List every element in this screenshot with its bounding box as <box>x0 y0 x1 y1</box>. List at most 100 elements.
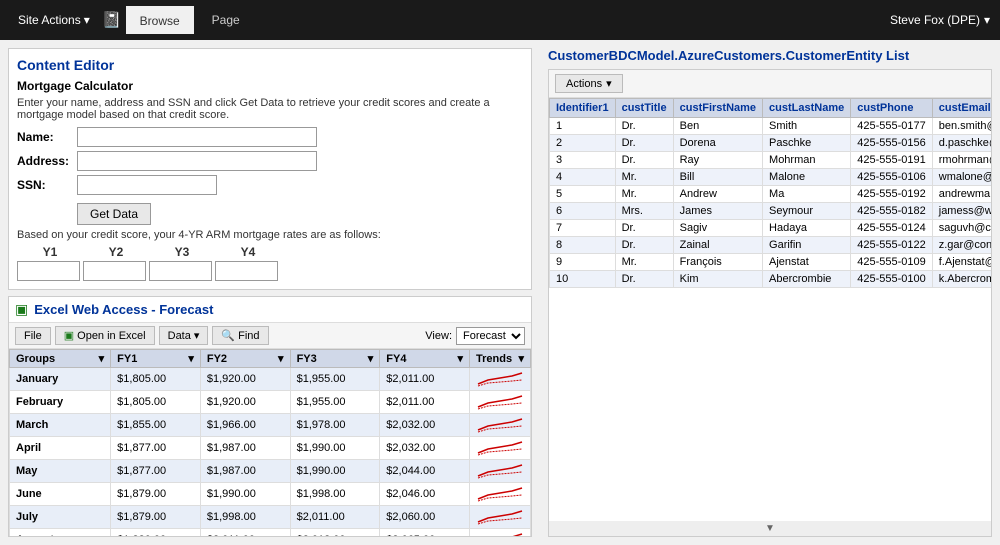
group-cell: May <box>10 460 111 483</box>
list-item[interactable]: 2 Dr. Dorena Paschke 425-555-0156 d.pasc… <box>550 135 992 152</box>
col-fy4[interactable]: FY4▾ <box>380 350 470 368</box>
phone-cell: 425-555-0122 <box>851 237 933 254</box>
email-cell: rmohrman@... <box>932 152 991 169</box>
trend-chart <box>476 416 524 434</box>
find-label: Find <box>238 330 259 342</box>
list-item[interactable]: 9 Mr. François Ajenstat 425-555-0109 f.A… <box>550 254 992 271</box>
fy2-filter-arrow[interactable]: ▾ <box>278 352 284 365</box>
view-select[interactable]: Forecast <box>456 327 525 345</box>
address-input[interactable] <box>77 151 317 171</box>
table-row: May $1,877.00 $1,987.00 $1,990.00 $2,044… <box>10 460 531 483</box>
trend-cell <box>470 414 531 437</box>
left-panel: Content Editor Mortgage Calculator Enter… <box>0 40 540 545</box>
col-phone[interactable]: custPhone <box>851 99 933 118</box>
id-cell: 6 <box>550 203 616 220</box>
fy3-cell: $2,018.00 <box>290 529 380 537</box>
y3-input[interactable] <box>149 261 212 281</box>
fy1-cell: $1,877.00 <box>111 460 201 483</box>
trend-cell <box>470 391 531 414</box>
col-lastname[interactable]: custLastName <box>763 99 851 118</box>
site-actions-label: Site Actions <box>18 13 81 27</box>
fy4-cell: $2,032.00 <box>380 437 470 460</box>
col-firstname[interactable]: custFirstName <box>673 99 762 118</box>
table-row: March $1,855.00 $1,966.00 $1,978.00 $2,0… <box>10 414 531 437</box>
list-item[interactable]: 8 Dr. Zainal Garifin 425-555-0122 z.gar@… <box>550 237 992 254</box>
id-cell: 4 <box>550 169 616 186</box>
y1-input[interactable] <box>17 261 80 281</box>
site-actions-button[interactable]: Site Actions ▾ <box>10 9 98 31</box>
data-arrow: ▾ <box>194 329 200 342</box>
find-button[interactable]: 🔍 Find <box>212 326 268 345</box>
fy1-cell: $1,879.00 <box>111 506 201 529</box>
fy4-filter-arrow[interactable]: ▾ <box>457 352 463 365</box>
col-custtitle[interactable]: custTitle <box>615 99 673 118</box>
file-button[interactable]: File <box>15 327 51 345</box>
ssn-input[interactable] <box>77 175 217 195</box>
col-fy3[interactable]: FY3▾ <box>290 350 380 368</box>
user-info[interactable]: Steve Fox (DPE) ▾ <box>890 13 990 27</box>
list-item[interactable]: 10 Dr. Kim Abercrombie 425-555-0100 k.Ab… <box>550 271 992 288</box>
open-in-excel-button[interactable]: ▣ Open in Excel <box>55 326 155 345</box>
list-item[interactable]: 4 Mr. Bill Malone 425-555-0106 wmalone@f… <box>550 169 992 186</box>
list-item[interactable]: 7 Dr. Sagiv Hadaya 425-555-0124 saguvh@c… <box>550 220 992 237</box>
top-navigation: Site Actions ▾ 📓 Browse Page Steve Fox (… <box>0 0 1000 40</box>
first-cell: Kim <box>673 271 762 288</box>
trend-cell <box>470 460 531 483</box>
col-email[interactable]: custEmail <box>932 99 991 118</box>
list-item[interactable]: 5 Mr. Andrew Ma 425-555-0192 andrewma@..… <box>550 186 992 203</box>
fy3-cell: $1,978.00 <box>290 414 380 437</box>
col-trends[interactable]: Trends▾ <box>470 350 531 368</box>
last-cell: Paschke <box>763 135 851 152</box>
excel-icon: ▣ <box>15 301 28 318</box>
groups-filter-arrow[interactable]: ▾ <box>99 352 105 365</box>
fy1-filter-arrow[interactable]: ▾ <box>188 352 194 365</box>
col-groups[interactable]: Groups ▾ <box>10 350 111 368</box>
first-cell: Dorena <box>673 135 762 152</box>
last-cell: Hadaya <box>763 220 851 237</box>
phone-cell: 425-555-0156 <box>851 135 933 152</box>
user-label: Steve Fox (DPE) <box>890 13 980 27</box>
fy2-cell: $1,987.00 <box>200 460 290 483</box>
y2-input[interactable] <box>83 261 146 281</box>
fy2-cell: $1,920.00 <box>200 368 290 391</box>
email-cell: ben.smith@... <box>932 118 991 135</box>
list-scroll-area[interactable]: Identifier1 custTitle custFirstName cust… <box>549 98 991 521</box>
fy2-cell: $1,920.00 <box>200 391 290 414</box>
y4-input[interactable] <box>215 261 278 281</box>
phone-cell: 425-555-0191 <box>851 152 933 169</box>
view-label: View: <box>425 330 452 342</box>
col-identifier[interactable]: Identifier1 <box>550 99 616 118</box>
fy4-cell: $2,046.00 <box>380 483 470 506</box>
col-groups-label: Groups <box>16 353 55 365</box>
excel-title-bar: ▣ Excel Web Access - Forecast <box>9 297 531 323</box>
list-item[interactable]: 3 Dr. Ray Mohrman 425-555-0191 rmohrman@… <box>550 152 992 169</box>
fy3-cell: $1,955.00 <box>290 391 380 414</box>
fy3-filter-arrow[interactable]: ▾ <box>368 352 374 365</box>
address-row: Address: <box>17 151 523 171</box>
find-icon: 🔍 <box>221 329 235 342</box>
browse-tab[interactable]: Browse <box>126 6 194 34</box>
scroll-down-indicator[interactable]: ▼ <box>549 521 991 536</box>
y1-header: Y1 <box>17 245 83 259</box>
fy2-cell: $1,998.00 <box>200 506 290 529</box>
name-input[interactable] <box>77 127 317 147</box>
col-fy2[interactable]: FY2▾ <box>200 350 290 368</box>
group-cell: February <box>10 391 111 414</box>
trend-cell <box>470 437 531 460</box>
table-row: April $1,877.00 $1,987.00 $1,990.00 $2,0… <box>10 437 531 460</box>
trends-filter-arrow[interactable]: ▾ <box>518 352 524 365</box>
actions-button[interactable]: Actions ▾ <box>555 74 623 93</box>
main-area: Content Editor Mortgage Calculator Enter… <box>0 40 1000 545</box>
actions-arrow: ▾ <box>606 77 612 90</box>
page-tab[interactable]: Page <box>198 7 254 33</box>
email-cell: k.Abercrombi... <box>932 271 991 288</box>
get-data-button[interactable]: Get Data <box>77 203 151 225</box>
data-button[interactable]: Data ▾ <box>159 326 209 345</box>
notebook-icon: 📓 <box>102 10 122 30</box>
id-cell: 1 <box>550 118 616 135</box>
col-fy1-label: FY1 <box>117 353 137 365</box>
list-item[interactable]: 1 Dr. Ben Smith 425-555-0177 ben.smith@.… <box>550 118 992 135</box>
list-item[interactable]: 6 Mrs. James Seymour 425-555-0182 jamess… <box>550 203 992 220</box>
col-fy1[interactable]: FY1 ▾ <box>111 350 201 368</box>
ssn-row: SSN: <box>17 175 523 195</box>
